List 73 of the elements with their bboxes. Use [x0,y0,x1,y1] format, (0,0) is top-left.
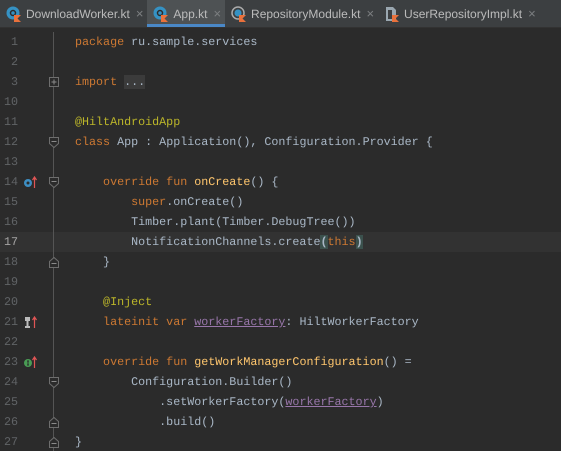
code-text: () { [250,175,278,189]
editor-tab[interactable]: DownloadWorker.kt × [0,0,148,27]
kotlin-object-icon [231,6,248,22]
code-text: Timber.plant(Timber.DebugTree()) [130,215,356,229]
editor-tab[interactable]: App.kt × [147,0,226,27]
line-number: 19 [2,275,19,289]
fold-marker-icon[interactable] [48,376,58,388]
line-number: 16 [2,215,19,229]
fold-marker-icon[interactable] [48,176,58,188]
code-text: } [75,435,82,449]
code-text: () = [384,355,412,369]
line-number: 21 [2,315,19,329]
function-name: onCreate [194,175,250,189]
injection-marker-icon[interactable] [24,316,37,328]
fold-marker-icon[interactable] [48,256,58,268]
keyword: lateinit var [102,315,188,329]
keyword: this [328,235,356,249]
line-number: 24 [2,375,19,389]
line-number: 13 [2,155,19,169]
close-icon[interactable]: × [366,6,374,21]
line-number: 1 [10,35,19,49]
kotlin-class-icon [153,6,170,22]
code-text: Configuration.Builder() [130,375,292,389]
editor-tab[interactable]: UserRepositoryImpl.kt × [378,0,540,27]
expand-marker-icon[interactable] [48,77,58,87]
override-marker-icon[interactable] [24,176,37,188]
code-text: : HiltWorkerFactory [285,315,419,329]
code-text: NotificationChannels.create [130,235,320,249]
code-text: ru.sample.services [131,35,258,49]
code-text: } [102,255,110,269]
line-number: 11 [2,115,19,129]
kotlin-class-icon [6,6,22,22]
line-number: 27 [2,435,19,449]
close-icon[interactable]: × [136,6,144,21]
keyword: import [75,75,118,89]
fold-marker-icon[interactable] [48,416,58,428]
line-number: 3 [10,75,19,89]
line-number: 26 [2,415,19,429]
code-text: .onCreate() [166,195,244,209]
code-text: App : Application(), Configuration.Provider { [117,135,433,149]
folded-code: ... [124,75,146,89]
function-name: getWorkManagerConfiguration [194,355,384,369]
fold-marker-icon[interactable] [48,136,58,148]
keyword: override fun [102,175,188,189]
matched-brace: ( [320,235,328,249]
property-name: workerFactory [285,395,377,409]
line-number: 23 [2,355,19,369]
kotlin-file-icon [384,6,400,22]
implements-marker-icon[interactable] [24,356,37,368]
annotation: @HiltAndroidApp [75,115,180,129]
code-text: .setWorkerFactory( [158,395,286,409]
code-text: ) [376,395,384,409]
line-number: 14 [2,175,19,189]
matched-brace: ) [356,235,363,249]
editor-tab[interactable]: RepositoryModule.kt × [225,0,378,27]
keyword: super [130,195,166,209]
code-text: .build() [158,415,216,429]
keyword: override fun [102,355,188,369]
line-number: 15 [2,195,19,209]
keyword: class [75,135,112,149]
line-number: 20 [2,295,19,309]
line-number: 18 [2,255,19,269]
close-icon[interactable]: × [528,6,536,21]
line-number: 22 [2,335,19,349]
fold-marker-icon[interactable] [48,436,58,448]
line-number: 25 [2,395,19,409]
line-number: 10 [2,95,19,109]
line-number: 2 [10,55,19,69]
line-number: 12 [2,135,19,149]
property-name: workerFactory [194,315,286,329]
annotation: @Inject [102,295,152,309]
line-number: 17 [2,235,19,249]
keyword: package [75,35,126,49]
